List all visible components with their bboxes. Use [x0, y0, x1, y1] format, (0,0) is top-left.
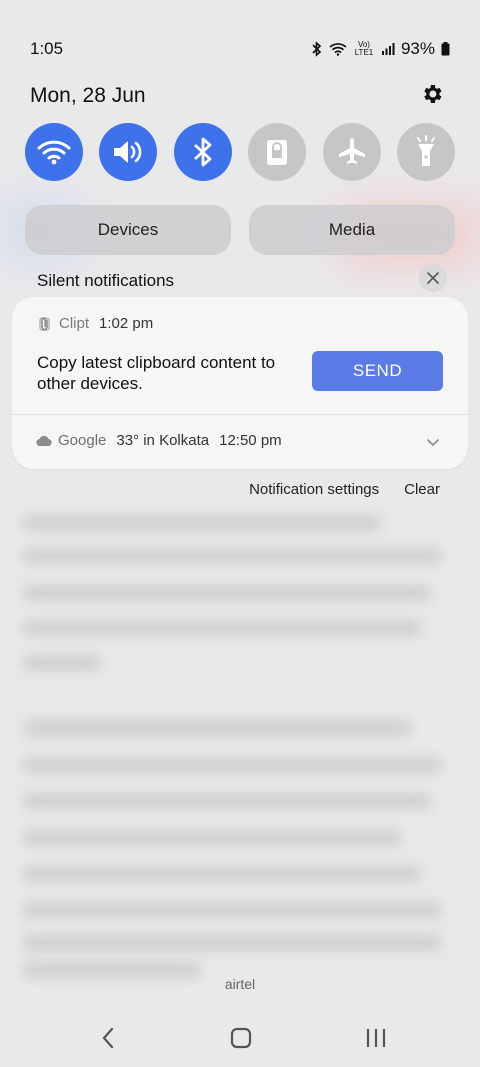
- status-time: 1:05: [30, 39, 64, 58]
- dismiss-button[interactable]: [419, 264, 447, 292]
- wifi-status-icon: [329, 42, 347, 56]
- status-bar: 1:05 Vo) LTE1 93%: [30, 34, 450, 64]
- paperclip-icon: [39, 316, 50, 331]
- weather-time: 12:50 pm: [219, 432, 282, 449]
- recents-icon: [366, 1029, 386, 1047]
- chevron-down-icon[interactable]: [426, 434, 440, 452]
- bluetooth-toggle[interactable]: [173, 123, 232, 181]
- lock-toggle[interactable]: [248, 123, 307, 181]
- media-button[interactable]: Media: [249, 205, 455, 255]
- date-label: Mon, 28 Jun: [30, 84, 146, 107]
- google-app-name: Google: [58, 432, 107, 449]
- clipt-notification-header: Clipt 1:02 pm: [37, 315, 153, 332]
- wifi-toggle[interactable]: [25, 123, 83, 181]
- home-icon: [230, 1027, 252, 1049]
- flashlight-toggle[interactable]: [396, 123, 455, 181]
- cloud-icon: [36, 435, 52, 446]
- bluetooth-status-icon: [311, 41, 323, 57]
- back-icon: [102, 1027, 114, 1049]
- bluetooth-icon: [193, 137, 212, 167]
- sound-toggle[interactable]: [99, 123, 158, 181]
- status-icons: Vo) LTE1 93%: [311, 39, 450, 59]
- clear-link[interactable]: Clear: [404, 481, 440, 498]
- back-button[interactable]: [90, 1020, 126, 1056]
- lte-label: Vo) LTE1: [354, 40, 374, 57]
- notification-settings-link[interactable]: Notification settings: [249, 481, 379, 498]
- speaker-icon: [114, 141, 142, 163]
- send-button[interactable]: SEND: [312, 351, 443, 391]
- devices-button[interactable]: Devices: [25, 205, 231, 255]
- battery-icon: [441, 42, 450, 56]
- notification-actions: Notification settings Clear: [249, 481, 440, 498]
- quick-settings: [25, 123, 455, 181]
- signal-icon: [381, 42, 395, 56]
- divider: [12, 414, 468, 415]
- flashlight-icon: [416, 135, 435, 166]
- lock-icon: [267, 140, 288, 165]
- clipt-message[interactable]: Copy latest clipboard content to other d…: [37, 352, 287, 394]
- header: Mon, 28 Jun: [30, 80, 444, 112]
- airplane-toggle[interactable]: [322, 123, 381, 181]
- weather-summary: 33° in Kolkata: [116, 432, 210, 449]
- wifi-icon: [37, 140, 71, 165]
- home-button[interactable]: [223, 1020, 259, 1056]
- clipt-app-name: Clipt: [59, 315, 90, 332]
- recents-button[interactable]: [358, 1020, 394, 1056]
- device-media-row: Devices Media: [25, 205, 455, 255]
- notification-card: Clipt 1:02 pm Copy latest clipboard cont…: [12, 297, 468, 469]
- airplane-icon: [338, 138, 365, 164]
- battery-percent: 93%: [400, 39, 435, 58]
- carrier-label: airtel: [224, 976, 256, 992]
- clipt-time: 1:02 pm: [99, 315, 154, 332]
- close-icon: [427, 272, 439, 284]
- navigation-bar: [0, 1020, 480, 1056]
- gear-icon[interactable]: [420, 82, 444, 111]
- silent-notifications-title: Silent notifications: [37, 271, 175, 290]
- google-weather-notification[interactable]: Google 33° in Kolkata 12:50 pm: [36, 432, 282, 449]
